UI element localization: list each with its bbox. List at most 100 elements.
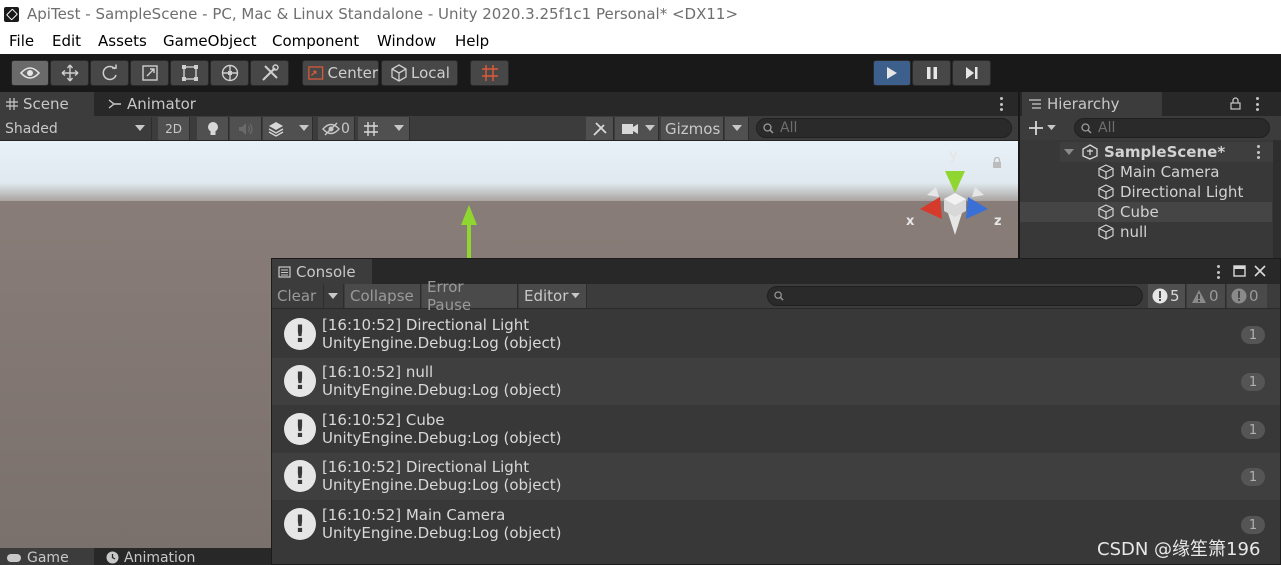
tab-scene[interactable]: Scene	[0, 92, 94, 116]
grid-visibility-dropdown[interactable]	[358, 117, 410, 140]
error-pause-toggle[interactable]: Error Pause	[422, 278, 518, 314]
pivot-center-toggle[interactable]: Center	[302, 60, 379, 86]
view-tool-button[interactable]	[11, 60, 49, 86]
editor-dropdown[interactable]: Editor	[519, 284, 587, 308]
hidden-eye-icon	[322, 122, 340, 135]
grid-snapping-button[interactable]	[470, 60, 509, 86]
log-message: [16:10:52] Directional Light	[322, 316, 530, 334]
clear-options-dropdown[interactable]	[324, 284, 344, 308]
hierarchy-scene-row[interactable]: SampleScene*	[1060, 142, 1274, 162]
move-tool-button[interactable]	[50, 60, 89, 86]
step-button[interactable]	[952, 60, 991, 86]
menu-component[interactable]: Component	[272, 32, 359, 50]
rotate-tool-button[interactable]	[90, 60, 129, 86]
maximize-icon[interactable]	[1233, 265, 1246, 277]
console-search-input[interactable]	[767, 286, 1143, 306]
pause-icon	[926, 67, 937, 79]
tab-animator[interactable]: Animator	[102, 92, 202, 116]
pivot-center-label: Center	[327, 64, 379, 82]
lighting-toggle[interactable]	[197, 117, 229, 140]
hierarchy-item-directional-light[interactable]: Directional Light	[1060, 182, 1272, 202]
log-message: [16:10:52] Directional Light	[322, 458, 530, 476]
tab-hierarchy[interactable]: Hierarchy	[1022, 92, 1162, 116]
rect-tool-button[interactable]	[170, 60, 209, 86]
scale-tool-button[interactable]	[130, 60, 169, 86]
warning-icon	[1192, 289, 1206, 303]
console-log-entry[interactable]: ! [16:10:52] Directional Light UnityEngi…	[272, 453, 1280, 500]
draw-mode-dropdown[interactable]: Shaded	[0, 117, 152, 140]
wrench-screwdriver-icon	[592, 121, 607, 136]
lock-icon[interactable]	[992, 157, 1002, 169]
list-icon	[1029, 99, 1041, 109]
menu-assets[interactable]: Assets	[98, 32, 147, 50]
gizmos-dropdown-arrow[interactable]	[725, 117, 749, 140]
log-message: [16:10:52] Main Camera	[322, 506, 506, 524]
tab-console-label: Console	[296, 262, 356, 281]
hierarchy-item-main-camera[interactable]: Main Camera	[1060, 162, 1272, 182]
scene-skybox	[0, 141, 1018, 201]
gizmo-x-label: x	[906, 214, 915, 229]
close-icon[interactable]	[1254, 265, 1266, 277]
pause-button[interactable]	[912, 60, 951, 86]
log-count-badge: 1	[1241, 468, 1265, 486]
scene-row-more-icon[interactable]	[1256, 145, 1260, 159]
console-tab-bar: Console	[272, 259, 1280, 284]
console-log-entry[interactable]: ! [16:10:52] Directional Light UnityEngi…	[272, 311, 1280, 358]
console-more-icon[interactable]	[1216, 265, 1220, 279]
error-filter-toggle[interactable]: 0	[1227, 284, 1267, 308]
custom-tools-button[interactable]	[250, 60, 289, 86]
camera-settings-dropdown[interactable]	[615, 117, 659, 140]
scene-search-input[interactable]: All	[756, 118, 1012, 138]
collapse-toggle[interactable]: Collapse	[345, 284, 421, 308]
hierarchy-item-cube[interactable]: Cube	[1020, 202, 1272, 222]
scene-tools-button[interactable]	[586, 117, 614, 140]
pivot-local-toggle[interactable]: Local	[381, 60, 458, 86]
gizmos-label: Gizmos	[665, 119, 721, 138]
gameobject-cube-icon	[1098, 164, 1114, 180]
clear-button[interactable]: Clear	[272, 284, 324, 308]
window-title-bar: ApiTest - SampleScene - PC, Mac & Linux …	[0, 0, 1281, 30]
create-dropdown[interactable]	[1028, 118, 1064, 138]
2d-mode-toggle[interactable]: 2D	[158, 117, 190, 140]
tab-hierarchy-label: Hierarchy	[1047, 95, 1120, 113]
info-log-icon: !	[284, 460, 316, 492]
scene-visibility-toggle[interactable]: 0	[318, 117, 355, 140]
transform-tool-button[interactable]	[210, 60, 249, 86]
tab-game[interactable]: Game	[0, 548, 94, 565]
menu-file[interactable]: File	[9, 32, 34, 50]
tab-animator-label: Animator	[127, 95, 196, 113]
error-pause-label: Error Pause	[427, 278, 472, 314]
chevron-down-icon	[645, 125, 655, 131]
transform-gizmo-icon	[221, 64, 238, 82]
tab-animation[interactable]: Animation	[100, 548, 210, 565]
warning-filter-toggle[interactable]: 0	[1187, 284, 1226, 308]
search-icon	[774, 291, 784, 301]
gizmos-button[interactable]: Gizmos	[661, 117, 724, 140]
log-filter-toggle[interactable]: 5	[1148, 284, 1186, 308]
hierarchy-more-icon[interactable]	[1255, 97, 1259, 111]
audio-toggle[interactable]	[230, 117, 262, 140]
menu-help[interactable]: Help	[455, 32, 489, 50]
play-button[interactable]	[873, 60, 911, 86]
menu-window[interactable]: Window	[377, 32, 436, 50]
console-toolbar: Clear Collapse Error Pause Editor 5 0 0	[272, 278, 1280, 314]
menu-gameobject[interactable]: GameObject	[163, 32, 257, 50]
center-pivot-icon	[308, 66, 324, 80]
wrench-screwdriver-icon	[261, 64, 279, 81]
hierarchy-tab-bar: Hierarchy	[1020, 92, 1281, 116]
hierarchy-search-input[interactable]: All	[1074, 118, 1270, 138]
lock-icon[interactable]	[1230, 97, 1241, 110]
scene-more-icon[interactable]	[999, 97, 1003, 111]
effects-dropdown[interactable]	[263, 117, 313, 140]
hierarchy-item-null[interactable]: null	[1060, 222, 1272, 242]
hierarchy-scrollbar[interactable]	[1273, 140, 1281, 258]
console-log-entry[interactable]: ! [16:10:52] null UnityEngine.Debug:Log …	[272, 358, 1280, 405]
menu-edit[interactable]: Edit	[52, 32, 81, 50]
gizmo-y-label: y	[949, 148, 958, 163]
console-log-entry[interactable]: ! [16:10:52] Cube UnityEngine.Debug:Log …	[272, 406, 1280, 453]
info-log-icon: !	[284, 365, 316, 397]
tab-console[interactable]: Console	[272, 259, 372, 284]
hierarchy-item-label: null	[1120, 223, 1148, 241]
log-stacktrace: UnityEngine.Debug:Log (object)	[322, 524, 562, 542]
info-log-icon: !	[284, 508, 316, 540]
